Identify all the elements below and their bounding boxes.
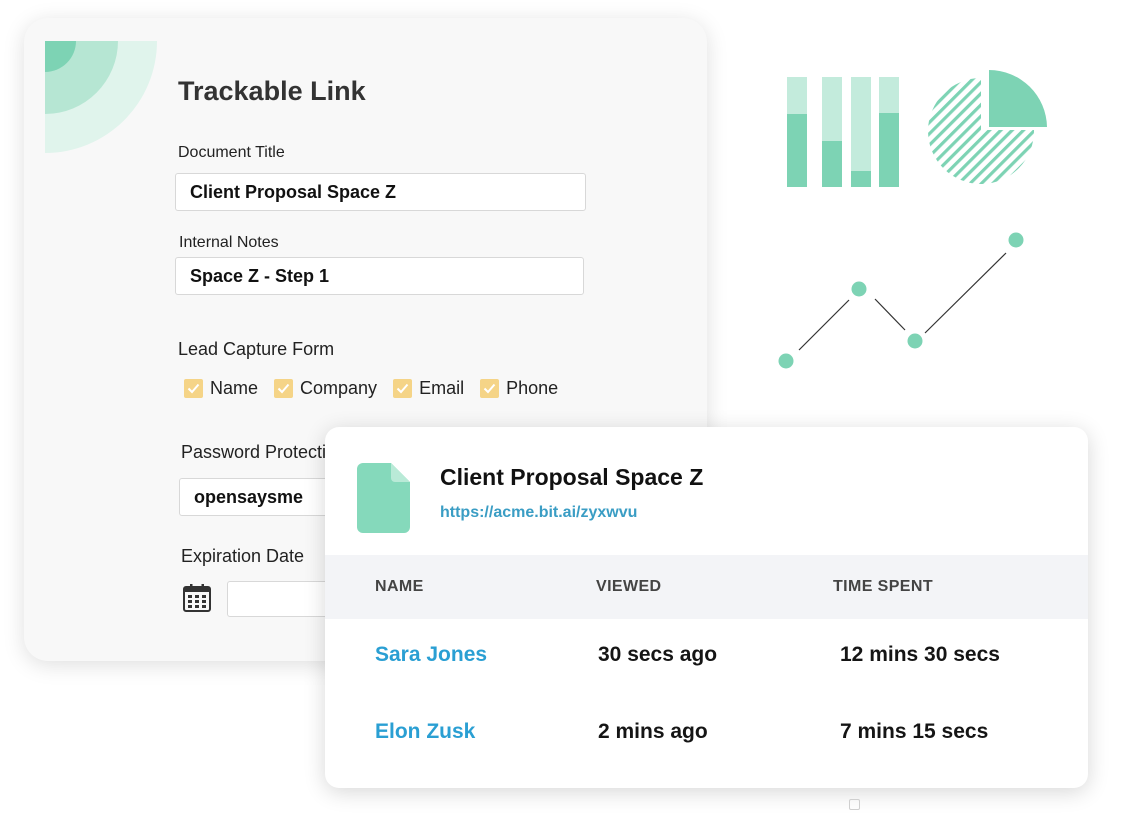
checkmark-icon <box>184 379 203 398</box>
column-header-name: NAME <box>375 578 424 595</box>
viewed-time: 2 mins ago <box>598 720 708 743</box>
checkbox-label: Name <box>210 378 259 398</box>
calendar-icon[interactable] <box>182 583 212 613</box>
checkmark-icon <box>393 379 413 398</box>
checkbox-name[interactable]: Name <box>184 378 258 399</box>
decorative-square <box>849 799 860 810</box>
column-header-time-spent: TIME SPENT <box>833 578 934 595</box>
internal-notes-input[interactable]: Space Z - Step 1 <box>175 257 584 295</box>
checkmark-icon <box>480 379 500 398</box>
document-title-label: Document Title <box>178 144 285 161</box>
checkbox-label: Email <box>419 378 465 398</box>
form-title: Trackable Link <box>178 76 366 106</box>
document-link[interactable]: https://acme.bit.ai/zyxwvu <box>440 504 637 522</box>
viewer-name-link[interactable]: Elon Zusk <box>375 720 475 744</box>
checkbox-email[interactable]: Email <box>393 378 464 399</box>
table-row: Elon Zusk 2 mins ago 7 mins 15 secs <box>325 704 1088 764</box>
decorative-pie-chart <box>928 70 1047 184</box>
time-spent: 12 mins 30 secs <box>840 643 1000 666</box>
checkbox-phone[interactable]: Phone <box>480 378 558 399</box>
document-title: Client Proposal Space Z <box>440 464 704 490</box>
password-label: Password Protection <box>181 442 347 462</box>
checkbox-company[interactable]: Company <box>274 378 377 399</box>
checkmark-icon <box>274 379 294 398</box>
expiration-date-label: Expiration Date <box>181 546 305 566</box>
internal-notes-label: Internal Notes <box>179 234 279 251</box>
document-title-input[interactable]: Client Proposal Space Z <box>175 173 586 211</box>
lead-capture-options: Name Company Email Phone <box>184 378 574 399</box>
viewer-name-link[interactable]: Sara Jones <box>375 643 487 667</box>
time-spent: 7 mins 15 secs <box>840 720 989 743</box>
document-icon <box>357 463 410 533</box>
column-header-viewed: VIEWED <box>596 578 662 595</box>
checkbox-label: Phone <box>506 378 559 398</box>
decorative-arcs <box>45 41 157 153</box>
link-tracking-card: Client Proposal Space Z https://acme.bit… <box>325 427 1088 788</box>
lead-capture-label: Lead Capture Form <box>178 339 335 359</box>
viewed-time: 30 secs ago <box>598 643 718 666</box>
decorative-bar-chart <box>787 77 899 187</box>
decorative-line-chart <box>778 232 1024 369</box>
table-header: NAME VIEWED TIME SPENT <box>325 555 1088 619</box>
checkbox-label: Company <box>300 378 378 398</box>
table-row: Sara Jones 30 secs ago 12 mins 30 secs <box>325 627 1088 687</box>
